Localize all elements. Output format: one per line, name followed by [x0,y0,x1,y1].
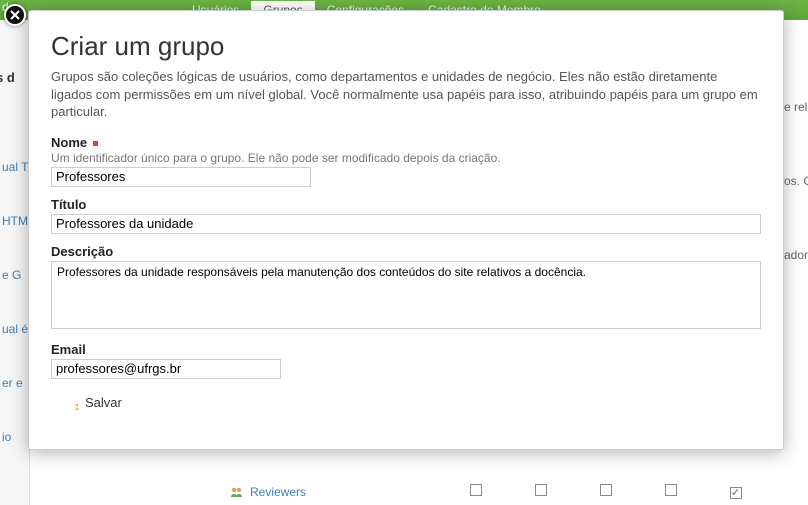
perm-checkbox[interactable] [665,484,677,496]
sidebar-item[interactable]: er e [0,356,29,410]
description-label: Descrição [51,244,761,259]
group-label: Reviewers [250,485,306,499]
edge-text: adors [784,248,808,262]
save-button[interactable]: Salvar [51,395,761,410]
modal-title: Criar um grupo [51,31,761,62]
edge-text: os. C [784,174,808,188]
sidebar-item[interactable]: HTM [0,194,29,248]
perm-checkbox[interactable] [730,487,742,499]
sidebar-item[interactable]: ual T [0,140,29,194]
modal-description: Grupos são coleções lógicas de usuários,… [51,68,761,121]
right-edge-fragments: e rela os. C adors [784,100,808,322]
name-input[interactable] [51,167,311,187]
sidebar-item[interactable]: e G [0,248,29,302]
group-table-row: Reviewers [230,484,798,499]
email-input[interactable] [51,359,281,379]
perm-checkbox[interactable] [600,484,612,496]
sidebar-top-fragment: s d [0,70,15,85]
email-label: Email [51,342,761,357]
sidebar: s d ual T HTM e G ual é er e io [0,20,30,505]
title-label: Título [51,197,761,212]
sidebar-item[interactable]: ual é [0,302,29,356]
group-icon [230,486,244,498]
close-icon[interactable] [4,4,26,26]
sidebar-item[interactable]: io [0,410,29,464]
edge-text: e rela [784,100,808,114]
required-icon [93,141,98,146]
title-input[interactable] [51,214,761,234]
description-textarea[interactable]: Professores da unidade responsáveis pela… [51,261,761,329]
create-group-modal: Criar um grupo Grupos são coleções lógic… [28,10,784,450]
name-help: Um identificador único para o grupo. Ele… [51,151,761,165]
perm-checkbox[interactable] [470,484,482,496]
group-reviewers[interactable]: Reviewers [230,485,306,499]
save-icon [75,398,83,408]
perm-checkbox[interactable] [535,484,547,496]
name-label: Nome [51,135,761,150]
